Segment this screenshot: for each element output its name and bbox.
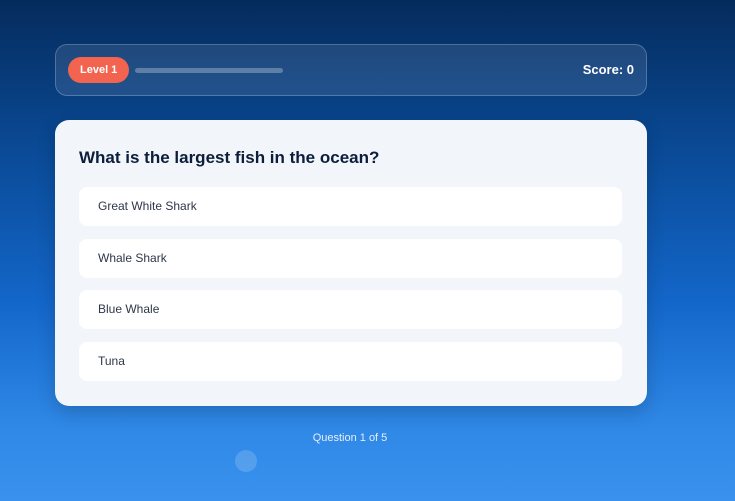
score-display: Score: 0: [582, 62, 634, 77]
level-badge: Level 1: [68, 57, 130, 83]
progress-bar: [135, 68, 283, 73]
question-text: What is the largest fish in the ocean?: [79, 148, 380, 167]
answer-option-whale-shark[interactable]: Whale Shark: [79, 238, 622, 278]
answer-option-great-white-shark[interactable]: Great White Shark: [79, 187, 622, 226]
decorative-bubble: [235, 450, 257, 472]
quiz-header-bar: Level 1 Score: 0: [55, 44, 647, 96]
question-counter: Question 1 of 5: [312, 432, 388, 444]
answer-option-blue-whale[interactable]: Blue Whale: [79, 290, 622, 329]
question-card: What is the largest fish in the ocean? G…: [55, 120, 647, 406]
answer-options-list: Great White Shark Whale Shark Blue Whale…: [79, 187, 622, 393]
answer-option-tuna[interactable]: Tuna: [79, 341, 622, 381]
